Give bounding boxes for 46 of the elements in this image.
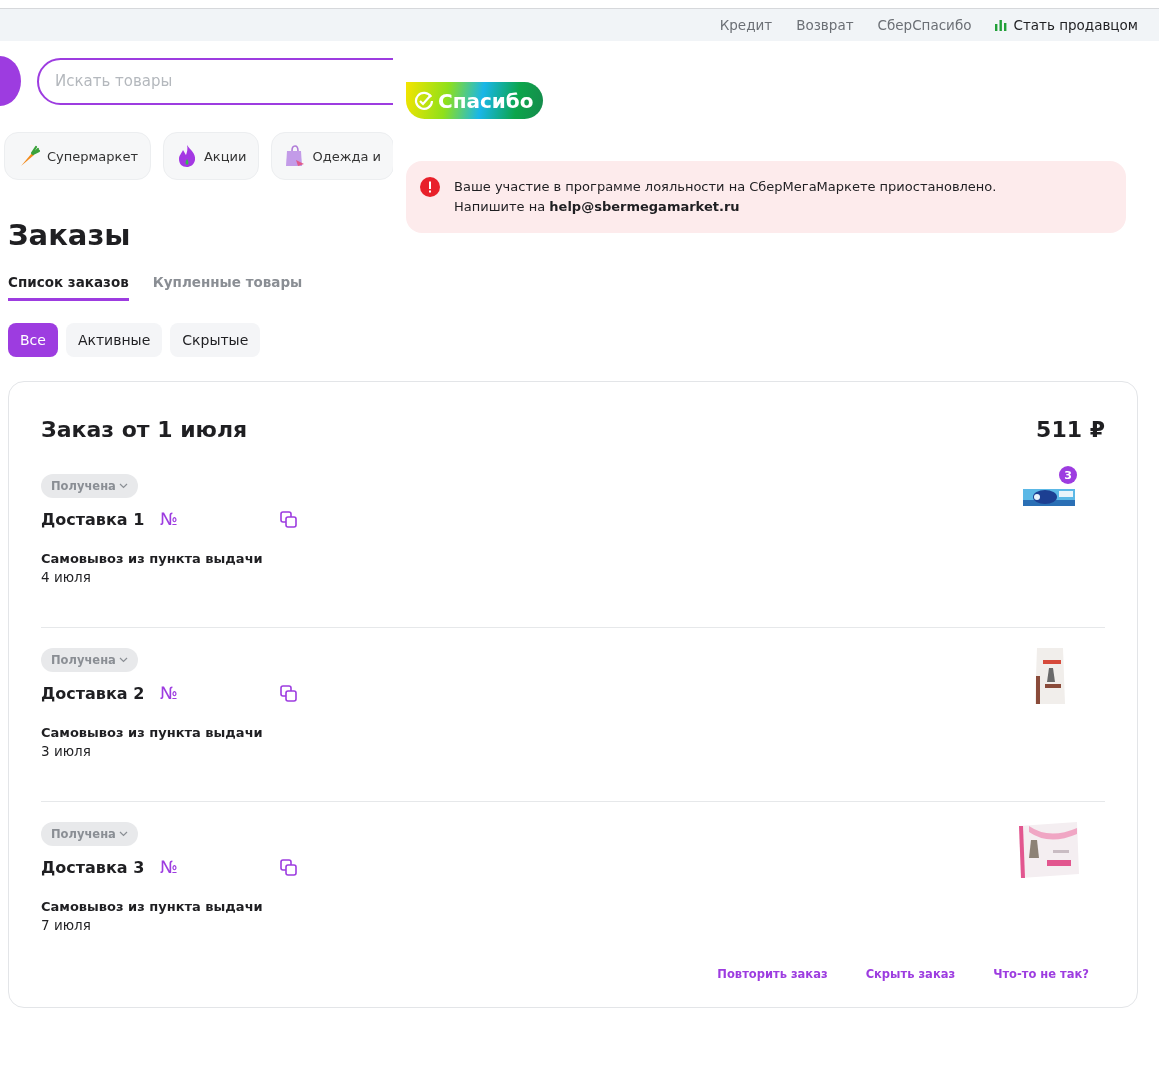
- top-link[interactable]: Возврат: [796, 17, 854, 33]
- order-action-link[interactable]: Скрыть заказ: [865, 967, 956, 981]
- status-dropdown[interactable]: Получена: [41, 648, 138, 672]
- copy-icon[interactable]: [280, 510, 298, 528]
- order-total: 511 ₽: [1036, 416, 1105, 442]
- chevron-down-icon: [118, 657, 128, 663]
- page-title: Заказы: [8, 218, 132, 252]
- delivery-title: Доставка 3: [41, 857, 145, 877]
- delivery-method: Самовывоз из пункта выдачи: [41, 551, 264, 566]
- status-dropdown[interactable]: Получена: [41, 822, 138, 846]
- delivery-method: Самовывоз из пункта выдачи: [41, 725, 264, 740]
- delivery-title: Доставка 1: [41, 509, 145, 529]
- chevron-down-icon: [118, 483, 128, 489]
- category-chip[interactable]: Одежда и: [271, 132, 393, 180]
- status-dropdown[interactable]: Получена: [41, 474, 138, 498]
- category-chip[interactable]: Супермаркет: [4, 132, 151, 180]
- order-action-link[interactable]: Повторить заказ: [717, 967, 828, 981]
- search-field[interactable]: Искать товары: [37, 57, 393, 105]
- number-label: №: [160, 509, 179, 529]
- bar-chart-icon: [995, 19, 1008, 31]
- tab[interactable]: Купленные товары: [152, 274, 303, 301]
- delivery-date: 4 июля: [41, 569, 92, 585]
- number-label: №: [160, 857, 179, 877]
- count-badge: 3: [1059, 466, 1077, 484]
- alert-text: Напишите на help@sbermegamarket.ru: [454, 198, 741, 216]
- filter-chip[interactable]: Скрытые: [170, 323, 261, 357]
- copy-icon[interactable]: [280, 858, 298, 876]
- check-circle-icon: [414, 90, 434, 111]
- filter-chip[interactable]: Активные: [65, 323, 163, 357]
- seller-link[interactable]: Стать продавцом: [995, 17, 1138, 33]
- category-chip[interactable]: Акции: [162, 132, 260, 180]
- delivery-title: Доставка 2: [41, 683, 145, 703]
- order-action-link[interactable]: Что-то не так?: [993, 967, 1089, 981]
- chevron-down-icon: [118, 831, 128, 837]
- top-link[interactable]: СберСпасибо: [877, 17, 972, 33]
- alert-text: Ваше участие в программе лояльности на СберМегаМаркете приостановлено.: [454, 178, 997, 196]
- delivery-date: 3 июля: [41, 743, 92, 759]
- filter-chip[interactable]: Все: [8, 323, 58, 357]
- error-icon: [420, 177, 440, 197]
- delivery-date: 7 июля: [41, 917, 92, 933]
- tab[interactable]: Список заказов: [8, 274, 129, 301]
- top-link[interactable]: Кредит: [719, 17, 773, 33]
- order-title: Заказ от 1 июля: [41, 416, 248, 442]
- number-label: №: [160, 683, 179, 703]
- delivery-method: Самовывоз из пункта выдачи: [41, 899, 264, 914]
- copy-icon[interactable]: [280, 684, 298, 702]
